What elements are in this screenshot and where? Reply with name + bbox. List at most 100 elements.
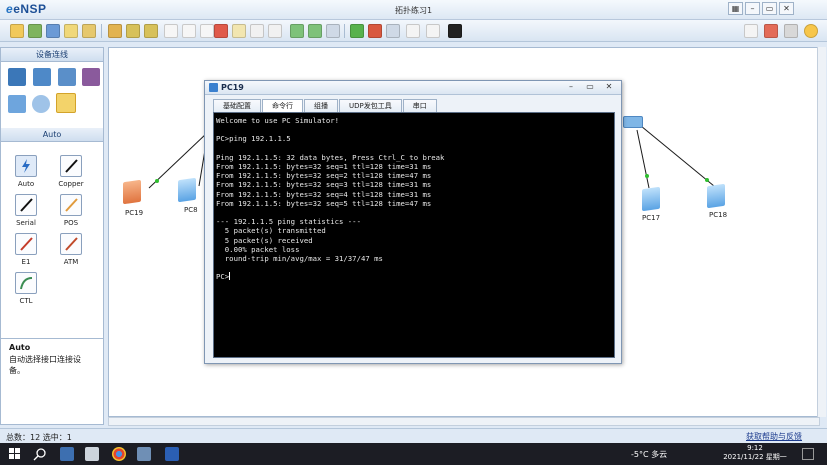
pc19-label: PC19 xyxy=(125,209,144,217)
chat-icon[interactable] xyxy=(744,24,758,38)
terminal-line: From 192.1.1.5: bytes=32 seq=4 ttl=128 t… xyxy=(216,189,432,199)
maximize-button[interactable]: ▭ xyxy=(762,2,777,15)
connection-category-icon[interactable] xyxy=(56,93,76,113)
save-icon[interactable] xyxy=(64,24,78,38)
tab-serial-port[interactable]: 串口 xyxy=(402,99,437,113)
pc-window-close-button[interactable]: ✕ xyxy=(601,82,617,93)
select-pointer-icon[interactable] xyxy=(164,24,178,38)
print-icon[interactable] xyxy=(108,24,122,38)
search-icon[interactable] xyxy=(33,447,47,461)
tab-multicast[interactable]: 组播 xyxy=(304,99,338,113)
switch-icon[interactable] xyxy=(33,68,51,86)
command-line-terminal[interactable]: Welcome to use PC Simulator! PC>ping 192… xyxy=(213,112,615,358)
pc17-node-icon[interactable] xyxy=(642,186,660,212)
info-box: Auto 自动选择接口连接设备。 xyxy=(1,338,103,424)
zoom-in-icon[interactable] xyxy=(290,24,304,38)
info-title: Auto xyxy=(9,343,31,352)
terminal-line: From 192.1.1.5: bytes=32 seq=5 ttl=128 t… xyxy=(216,198,432,208)
notification-icon[interactable] xyxy=(802,448,814,460)
minimize-button[interactable]: – xyxy=(745,2,760,15)
toolbar-separator xyxy=(344,24,345,38)
terminal-line: --- 192.1.1.5 ping statistics --- xyxy=(216,217,361,227)
huawei-icon[interactable] xyxy=(764,24,778,38)
router-icon[interactable] xyxy=(8,68,26,86)
undo-icon[interactable] xyxy=(126,24,140,38)
weather-widget[interactable]: -5°C 多云 xyxy=(631,449,667,460)
chrome-icon[interactable] xyxy=(112,447,126,461)
terminal-line: 5 packet(s) received xyxy=(216,235,313,245)
pc8-node-icon[interactable] xyxy=(178,177,196,203)
link-line xyxy=(640,125,715,187)
serial-cable-button[interactable] xyxy=(15,194,37,216)
redo-icon[interactable] xyxy=(144,24,158,38)
new-file-icon[interactable] xyxy=(10,24,24,38)
tab-basic-config[interactable]: 基础配置 xyxy=(213,99,261,113)
status-count: 总数：12 选中：1 xyxy=(6,433,72,442)
wlan-icon[interactable] xyxy=(58,68,76,86)
atm-cable-button[interactable] xyxy=(60,233,82,255)
hand-pan-icon[interactable] xyxy=(182,24,196,38)
pos-cable-button[interactable] xyxy=(60,194,82,216)
close-button[interactable]: ✕ xyxy=(779,2,794,15)
devices-header: 设备连线 xyxy=(1,48,103,62)
auto-label: Auto xyxy=(17,180,35,188)
pc-window-maximize-button[interactable]: ▭ xyxy=(582,82,598,93)
terminal-line: Welcome to use PC Simulator! xyxy=(216,116,340,125)
copper-cable-button[interactable] xyxy=(60,155,82,177)
device-category-grid xyxy=(1,62,103,128)
switch-node-icon[interactable] xyxy=(623,116,643,128)
rectangle-icon[interactable] xyxy=(250,24,264,38)
rectangle-tool-icon[interactable] xyxy=(426,24,440,38)
new-topology-icon[interactable] xyxy=(28,24,42,38)
pos-label: POS xyxy=(63,219,79,227)
tab-udp-tool[interactable]: UDP发包工具 xyxy=(339,99,402,113)
ensp-taskbar-icon[interactable] xyxy=(137,447,151,461)
info-description: 自动选择接口连接设备。 xyxy=(9,355,81,375)
open-icon[interactable] xyxy=(46,24,60,38)
serial-label: Serial xyxy=(16,219,36,227)
connections-header: Auto xyxy=(1,128,103,142)
pc-window-title-bar[interactable]: PC19 – ▭ ✕ xyxy=(205,81,621,95)
gear-icon[interactable] xyxy=(784,24,798,38)
delete-icon[interactable] xyxy=(200,24,214,38)
auto-cable-button[interactable] xyxy=(15,155,37,177)
windows-start-icon[interactable] xyxy=(8,447,22,461)
vertical-scrollbar[interactable] xyxy=(817,47,826,417)
text-icon[interactable] xyxy=(232,24,246,38)
horizontal-scrollbar[interactable] xyxy=(108,417,820,426)
save-as-icon[interactable] xyxy=(82,24,96,38)
palette-icon[interactable] xyxy=(268,24,282,38)
pc-window-icon xyxy=(209,83,218,92)
link-status-dot xyxy=(155,179,159,183)
terminal-icon[interactable] xyxy=(448,24,462,38)
capture-icon[interactable] xyxy=(386,24,400,38)
system-clock[interactable]: 9:12 2021/11/22 星期一 xyxy=(720,444,790,462)
zoom-out-icon[interactable] xyxy=(308,24,322,38)
settings-icon[interactable] xyxy=(406,24,420,38)
fit-view-icon[interactable] xyxy=(326,24,340,38)
clear-icon[interactable] xyxy=(214,24,228,38)
stop-device-icon[interactable] xyxy=(368,24,382,38)
taskbar-app-icon[interactable] xyxy=(85,447,99,461)
start-device-icon[interactable] xyxy=(350,24,364,38)
help-feedback-link[interactable]: 获取帮助与反馈 xyxy=(746,431,802,442)
help-icon[interactable] xyxy=(804,24,818,38)
pc18-node-icon[interactable] xyxy=(707,183,725,209)
windows-taskbar: -5°C 多云 9:12 2021/11/22 星期一 xyxy=(0,443,827,465)
e1-cable-button[interactable] xyxy=(15,233,37,255)
atm-label: ATM xyxy=(63,258,79,266)
terminal-device-icon[interactable] xyxy=(8,95,26,113)
ctl-cable-button[interactable] xyxy=(15,272,37,294)
terminal-line: From 192.1.1.5: bytes=32 seq=2 ttl=128 t… xyxy=(216,171,432,181)
link-line xyxy=(636,129,650,189)
taskbar-app-icon[interactable] xyxy=(60,447,74,461)
cloud-icon[interactable] xyxy=(32,95,50,113)
pc-window-minimize-button[interactable]: – xyxy=(563,82,579,93)
firewall-icon[interactable] xyxy=(82,68,100,86)
pc19-node-icon[interactable] xyxy=(123,179,141,205)
word-icon[interactable] xyxy=(165,447,179,461)
terminal-cursor xyxy=(229,272,231,281)
menu-icon[interactable]: ▦ xyxy=(728,2,743,15)
copper-label: Copper xyxy=(58,180,84,188)
ctl-label: CTL xyxy=(19,297,33,305)
